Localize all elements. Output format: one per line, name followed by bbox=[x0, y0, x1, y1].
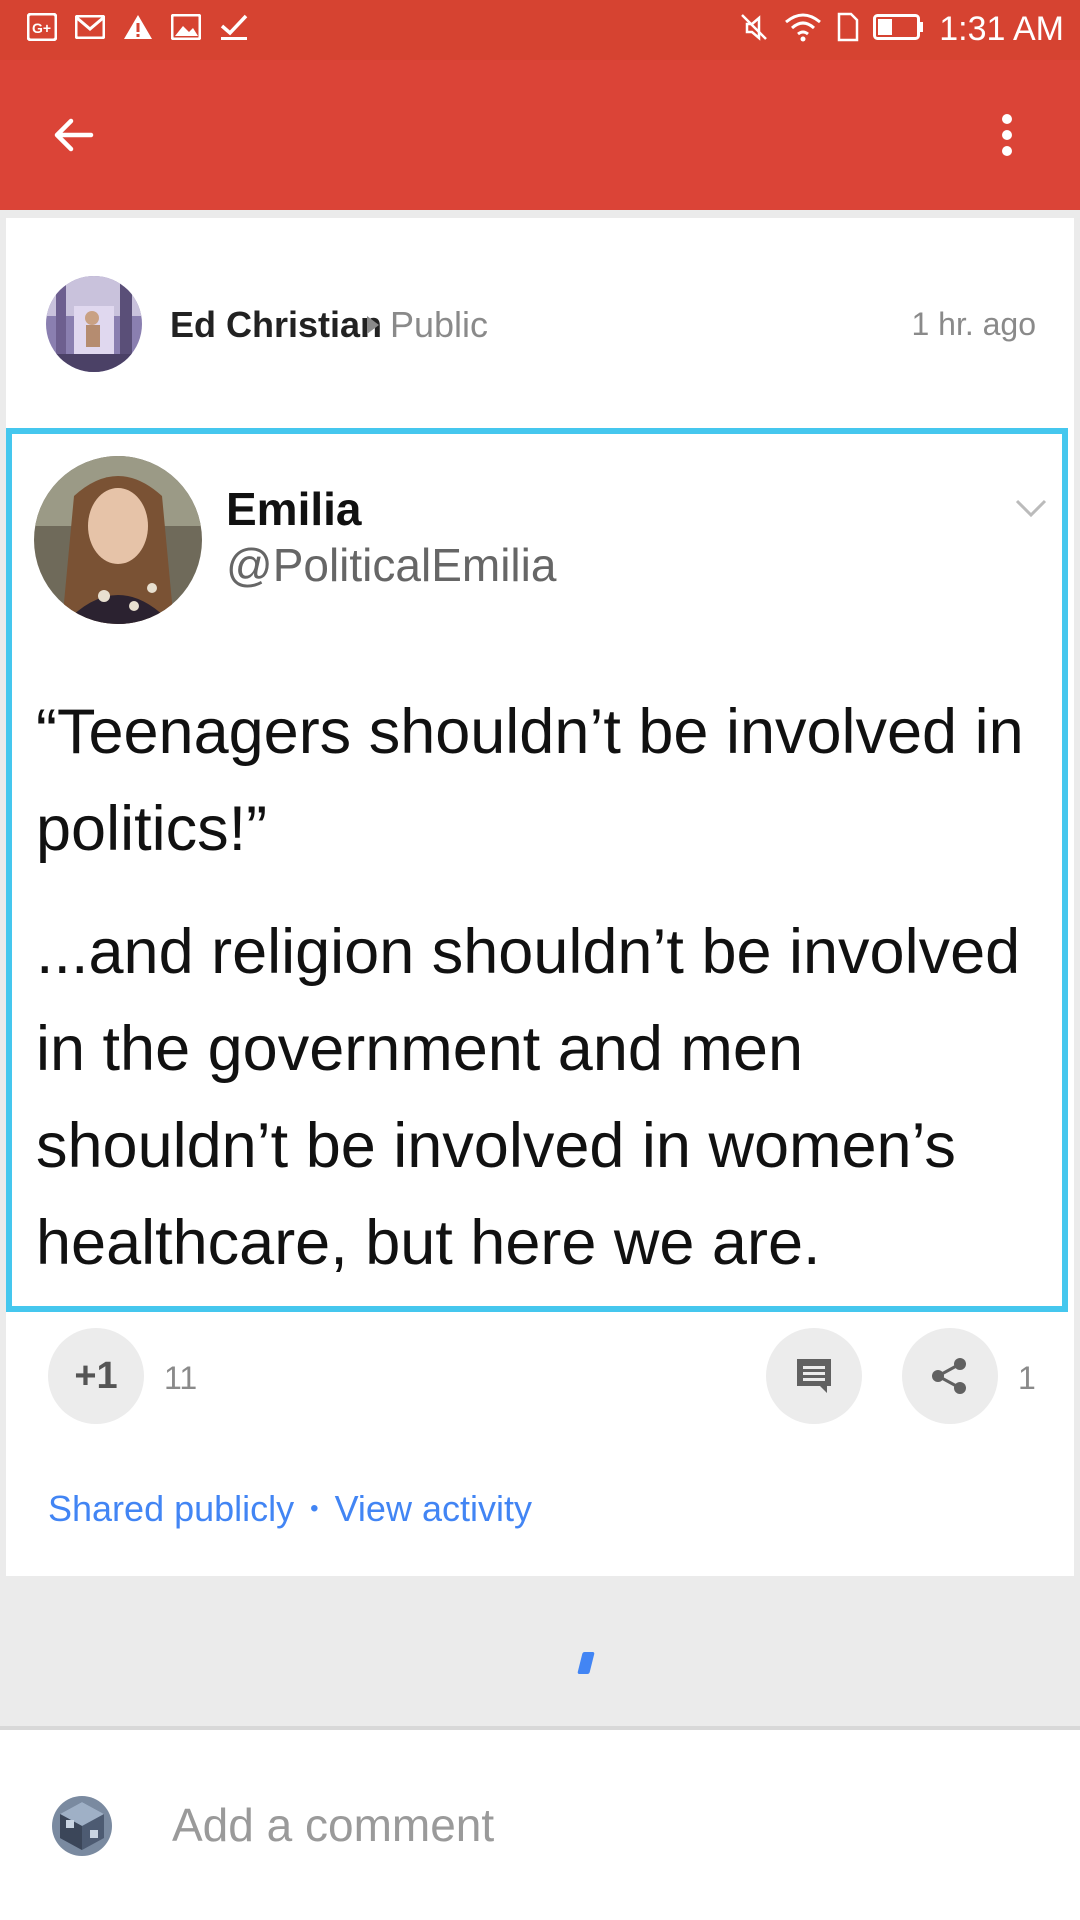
sim-icon bbox=[837, 12, 859, 47]
comment-input[interactable] bbox=[172, 1790, 1032, 1860]
arrow-back-icon bbox=[54, 118, 94, 152]
system-status: 1:31 AM bbox=[739, 10, 1064, 49]
view-activity-link[interactable]: View activity bbox=[335, 1488, 532, 1530]
image-icon bbox=[170, 12, 202, 42]
comment-icon bbox=[797, 1359, 831, 1393]
plus-one-count: 11 bbox=[164, 1360, 198, 1396]
separator-dot: • bbox=[310, 1495, 319, 1522]
loading-spinner bbox=[577, 1652, 595, 1674]
plus-one-button[interactable]: +1 bbox=[48, 1328, 144, 1424]
post-card: Ed Christian Public 1 hr. ago Emilia @Po… bbox=[6, 218, 1074, 1576]
mute-icon bbox=[739, 12, 769, 47]
google-plus-icon: G+ bbox=[26, 12, 58, 42]
current-user-avatar bbox=[52, 1796, 112, 1856]
share-button[interactable] bbox=[902, 1328, 998, 1424]
tweet-author-handle: @PoliticalEmilia bbox=[226, 539, 557, 591]
more-options-button[interactable] bbox=[974, 102, 1040, 168]
visibility-label[interactable]: Public bbox=[366, 304, 488, 346]
chevron-down-icon bbox=[1015, 499, 1047, 518]
triangle-right-icon bbox=[367, 316, 379, 334]
comments-loading-area bbox=[0, 1576, 1080, 1726]
visibility-text: Public bbox=[390, 304, 489, 345]
wifi-icon bbox=[783, 12, 823, 47]
post-actions: +1 11 1 bbox=[6, 1328, 1074, 1428]
author-name[interactable]: Ed Christian bbox=[170, 304, 382, 346]
warning-icon bbox=[122, 12, 154, 42]
back-button[interactable] bbox=[40, 102, 106, 168]
comment-button[interactable] bbox=[766, 1328, 862, 1424]
author-avatar[interactable] bbox=[46, 276, 142, 372]
more-vert-icon bbox=[1002, 114, 1012, 156]
notification-icons: G+ bbox=[26, 12, 250, 42]
tweet-paragraph: ...and religion shouldn’t be involved in… bbox=[36, 917, 1021, 1278]
tweet-author-name: Emilia bbox=[226, 483, 362, 535]
svg-text:G+: G+ bbox=[32, 20, 51, 36]
post-header: Ed Christian Public 1 hr. ago bbox=[46, 276, 1036, 372]
gmail-icon bbox=[74, 12, 106, 42]
battery-icon bbox=[873, 14, 925, 45]
clock: 1:31 AM bbox=[939, 10, 1064, 48]
post-timestamp: 1 hr. ago bbox=[911, 306, 1036, 342]
share-icon bbox=[932, 1358, 966, 1394]
comment-bar bbox=[0, 1730, 1080, 1920]
tweet-text: “Teenagers shouldn’t be involved in poli… bbox=[36, 684, 1046, 1318]
post-footer-links: Shared publicly • View activity bbox=[48, 1488, 532, 1530]
status-bar: G+ 1:31 AM bbox=[0, 0, 1080, 60]
shared-publicly-link[interactable]: Shared publicly bbox=[48, 1488, 294, 1530]
tweet-avatar bbox=[34, 456, 202, 624]
checkmark-icon bbox=[218, 12, 250, 42]
tweet-paragraph: “Teenagers shouldn’t be involved in poli… bbox=[36, 697, 1024, 864]
share-count: 1 bbox=[1018, 1360, 1036, 1396]
app-bar bbox=[0, 60, 1080, 210]
post-image[interactable]: Emilia @PoliticalEmilia “Teenagers shoul… bbox=[6, 428, 1068, 1312]
